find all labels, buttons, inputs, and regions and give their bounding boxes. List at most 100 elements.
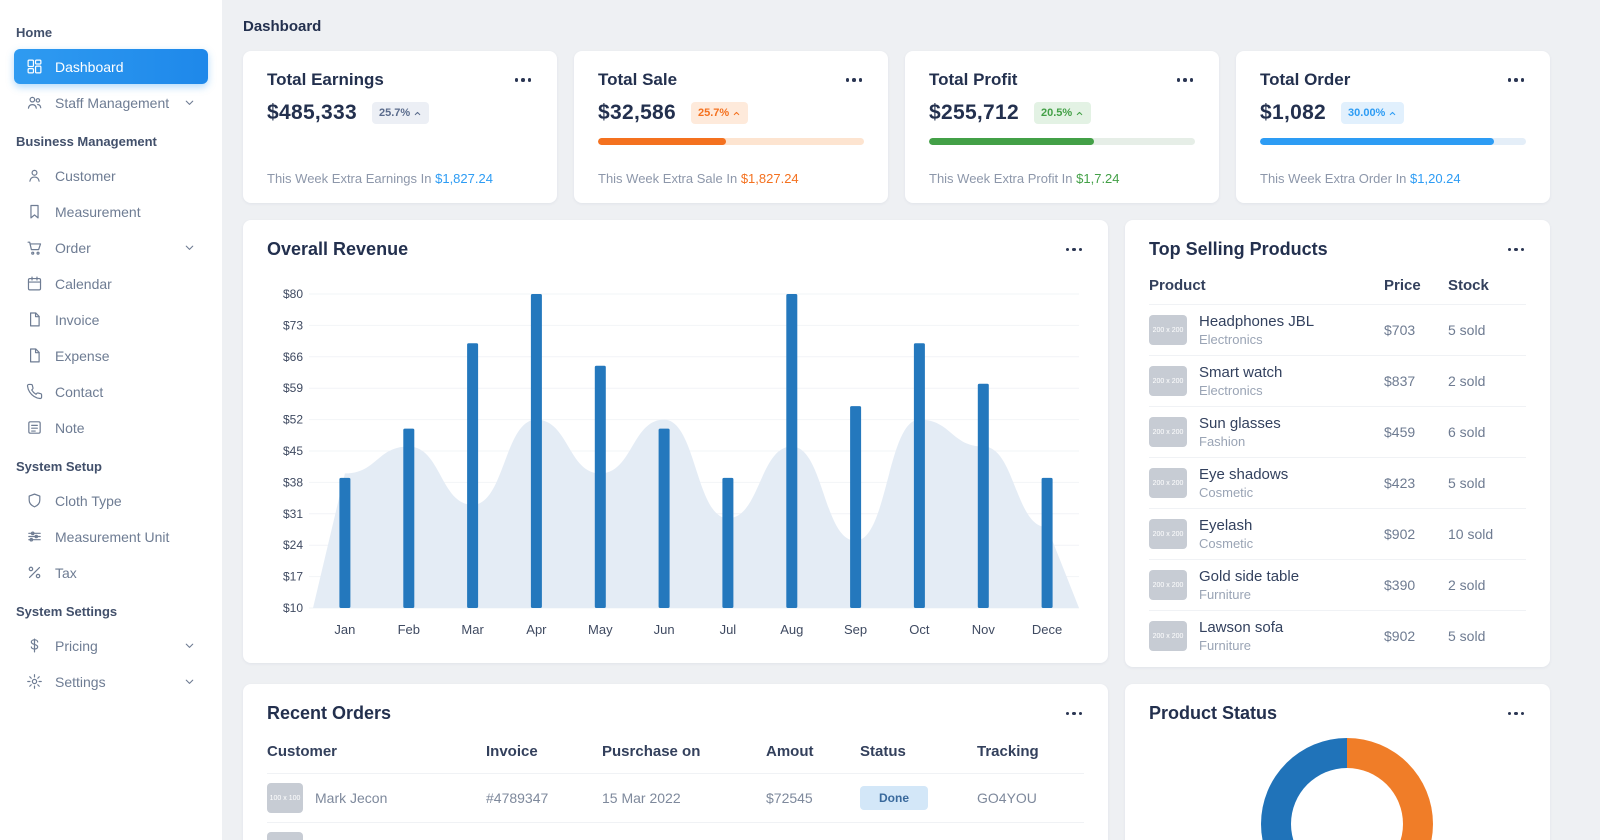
product-row[interactable]: 200 x 200 Eye shadows Cosmetic $423 5 so… — [1149, 457, 1526, 508]
product-name: Smart watch — [1199, 364, 1283, 381]
sidebar-item-tax[interactable]: Tax — [14, 555, 208, 590]
stat-badge: 25.7% — [691, 102, 749, 124]
chevron-down-icon — [183, 241, 196, 254]
svg-text:Dece: Dece — [1032, 622, 1062, 637]
customer-name: Mark Jecon — [315, 790, 388, 806]
product-thumbnail: 200 x 200 — [1149, 468, 1187, 498]
stat-value: $255,712 — [929, 101, 1019, 124]
sidebar-item-note[interactable]: Note — [14, 410, 208, 445]
svg-text:Jan: Jan — [334, 622, 355, 637]
product-row[interactable]: 200 x 200 Headphones JBL Electronics $70… — [1149, 304, 1526, 355]
column-price: Price — [1384, 277, 1421, 294]
revenue-bar — [722, 477, 734, 608]
svg-text:$45: $45 — [283, 444, 303, 458]
orders-header: Customer Invoice Pusrchase on Amout Stat… — [267, 724, 1084, 773]
svg-text:Sep: Sep — [844, 622, 867, 637]
order-purchase-date: 15 Mar 2022 — [602, 790, 681, 806]
sidebar-item-label: Settings — [55, 673, 106, 690]
stat-value: $32,586 — [598, 101, 677, 124]
ellipsis-menu-icon[interactable] — [1175, 73, 1196, 87]
order-invoice: #4789347 — [486, 790, 549, 806]
ellipsis-menu-icon[interactable] — [844, 73, 865, 87]
order-row[interactable]: 100 x 100 Mark Jecon #4789347 15 Mar 202… — [267, 773, 1084, 822]
sidebar-item-measurement-unit[interactable]: Measurement Unit — [14, 519, 208, 554]
sidebar-item-label: Cloth Type — [55, 492, 122, 509]
stat-badge: 25.7% — [372, 102, 430, 124]
sidebar-item-order[interactable]: Order — [14, 230, 208, 265]
svg-text:Nov: Nov — [972, 622, 996, 637]
revenue-bar — [530, 294, 542, 608]
product-price: $902 — [1384, 628, 1416, 644]
stat-card-total-sale: Total Sale $32,586 25.7% This Week Extra… — [574, 51, 888, 203]
product-name: Eyelash — [1199, 517, 1253, 534]
product-row[interactable]: 200 x 200 Lawson sofa Furniture $902 5 s… — [1149, 610, 1526, 661]
top-products-title: Top Selling Products — [1149, 239, 1328, 259]
chevron-up-icon — [1076, 111, 1083, 115]
stat-card-title: Total Order — [1260, 70, 1351, 89]
sidebar-item-invoice[interactable]: Invoice — [14, 302, 208, 337]
staff-icon — [27, 96, 42, 109]
ellipsis-menu-icon[interactable] — [1506, 707, 1527, 721]
product-price: $703 — [1384, 322, 1416, 338]
sidebar-section-label: Business Management — [16, 134, 157, 149]
calendar-icon — [27, 276, 42, 291]
product-thumbnail: 200 x 200 — [1149, 315, 1187, 345]
stat-card-total-order: Total Order $1,082 30.00% This Week Extr… — [1236, 51, 1550, 203]
sidebar-item-measurement[interactable]: Measurement — [14, 194, 208, 229]
stat-note-amount: $1,7.24 — [1076, 171, 1120, 186]
stat-badge: 20.5% — [1034, 102, 1092, 124]
svg-text:Jun: Jun — [654, 622, 675, 637]
percent-icon — [28, 566, 41, 579]
product-row[interactable]: 200 x 200 Sun glasses Fashion $459 6 sol… — [1149, 406, 1526, 457]
product-status-card: Product Status — [1125, 684, 1550, 840]
sidebar-item-label: Order — [55, 239, 91, 256]
product-row[interactable]: 200 x 200 Smart watch Electronics $837 2… — [1149, 355, 1526, 406]
sidebar-item-label: Calendar — [55, 275, 112, 292]
chevron-up-icon — [733, 111, 740, 115]
product-category: Fashion — [1199, 434, 1246, 449]
product-category: Electronics — [1199, 332, 1263, 347]
chevron-up-icon — [414, 111, 421, 115]
customer-icon — [29, 169, 40, 182]
revenue-bar — [594, 365, 606, 608]
order-amount: $72545 — [766, 790, 813, 806]
stats-row: Total Earnings $485,333 25.7% This Week … — [243, 51, 1550, 203]
ellipsis-menu-icon[interactable] — [1506, 73, 1527, 87]
customer-avatar: 100 x 100 — [267, 832, 303, 840]
product-price: $837 — [1384, 373, 1416, 389]
sidebar-item-staff-management[interactable]: Staff Management — [14, 85, 208, 120]
sidebar-item-label: Dashboard — [55, 58, 124, 75]
stat-note: This Week Extra Earnings In $1,827.24 — [267, 171, 493, 186]
ellipsis-menu-icon[interactable] — [1506, 243, 1527, 257]
sidebar-item-expense[interactable]: Expense — [14, 338, 208, 373]
column-customer: Customer — [267, 743, 338, 760]
product-thumbnail: 200 x 200 — [1149, 570, 1187, 600]
chevron-down-icon — [185, 245, 194, 250]
sidebar-section-label: Home — [16, 25, 53, 40]
sidebar-item-dashboard[interactable]: Dashboard — [14, 49, 208, 84]
chevron-down-icon — [185, 100, 194, 105]
product-row[interactable]: 200 x 200 Eyelash Cosmetic $902 10 sold — [1149, 508, 1526, 559]
ellipsis-menu-icon[interactable] — [513, 73, 534, 87]
product-thumbnail: 200 x 200 — [1149, 417, 1187, 447]
sidebar-item-settings[interactable]: Settings — [14, 664, 208, 699]
stat-badge: 30.00% — [1341, 102, 1405, 124]
svg-text:Feb: Feb — [398, 622, 420, 637]
revenue-area-series — [313, 419, 1079, 608]
svg-text:$17: $17 — [283, 570, 303, 584]
ellipsis-menu-icon[interactable] — [1064, 707, 1085, 721]
sidebar-item-customer[interactable]: Customer — [14, 158, 208, 193]
ellipsis-menu-icon[interactable] — [1064, 243, 1085, 257]
stat-card-title: Total Earnings — [267, 70, 384, 89]
sidebar-item-pricing[interactable]: Pricing — [14, 628, 208, 663]
order-row[interactable]: 100 x 100 — [267, 822, 1084, 840]
sidebar-item-calendar[interactable]: Calendar — [14, 266, 208, 301]
customer-avatar: 100 x 100 — [267, 783, 303, 813]
page-title: Dashboard — [243, 18, 322, 35]
sidebar-item-contact[interactable]: Contact — [14, 374, 208, 409]
order-tracking: GO4YOU — [977, 790, 1037, 806]
product-row[interactable]: 200 x 200 Gold side table Furniture $390… — [1149, 559, 1526, 610]
sidebar: Home Dashboard Staff Management Business Ma… — [0, 0, 222, 840]
sidebar-section-label: System Settings — [16, 604, 118, 619]
sidebar-item-cloth-type[interactable]: Cloth Type — [14, 483, 208, 518]
